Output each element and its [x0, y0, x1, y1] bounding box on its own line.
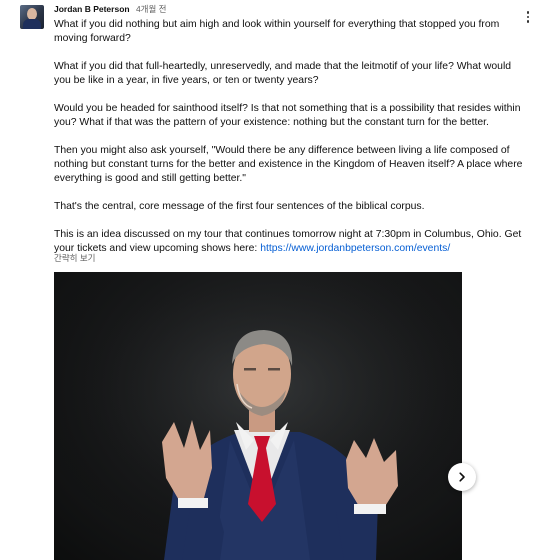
post-paragraph: What if you did that full-heartedly, unr…: [54, 61, 512, 86]
show-less-button[interactable]: 간략히 보기: [54, 252, 95, 264]
avatar-suit: [23, 19, 41, 29]
post-header: Jordan B Peterson 4개월 전: [54, 4, 167, 15]
community-post: Jordan B Peterson 4개월 전 What if you did …: [0, 0, 560, 560]
speaker-photo: [54, 272, 462, 560]
tour-link[interactable]: https://www.jordanbpeterson.com/events/: [260, 243, 450, 254]
post-paragraph: That's the central, core message of the …: [54, 201, 425, 212]
next-image-button[interactable]: [448, 463, 476, 491]
menu-dot: [526, 11, 530, 14]
post-body: What if you did nothing but aim high and…: [54, 18, 530, 256]
post-image[interactable]: [54, 272, 462, 560]
avatar[interactable]: [20, 5, 44, 29]
post-paragraph: Then you might also ask yourself, "Would…: [54, 145, 523, 184]
post-time[interactable]: 4개월 전: [136, 4, 167, 14]
chevron-right-icon: [459, 472, 465, 482]
post-paragraph: What if you did nothing but aim high and…: [54, 19, 500, 44]
tour-paragraph: This is an idea discussed on my tour tha…: [54, 228, 530, 256]
post-paragraph: Would you be headed for sainthood itself…: [54, 103, 521, 128]
author-name[interactable]: Jordan B Peterson: [54, 4, 130, 14]
